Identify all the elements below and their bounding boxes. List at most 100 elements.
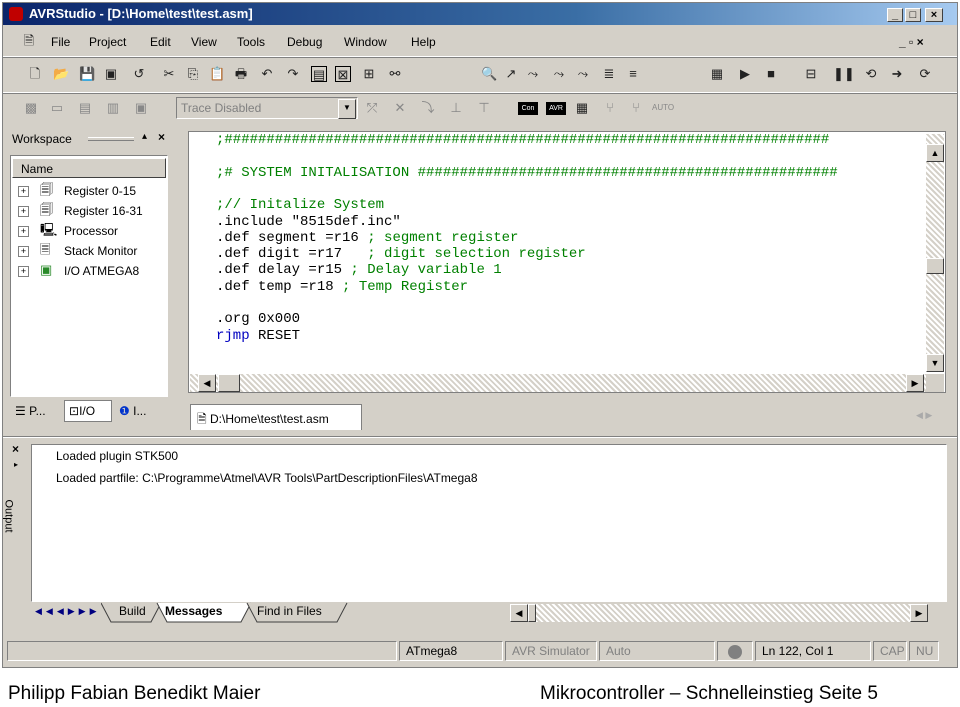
tree-item-register-0-15[interactable]: + 🗐 Register 0-15 [18,182,168,202]
menu-edit[interactable]: Edit [150,35,171,49]
tab-info[interactable]: ❶ I... [114,400,164,422]
step-over-icon[interactable]: ➜ [889,66,905,82]
tab-nav-arrows[interactable]: ◀◀◀▶▶▶ [35,606,101,617]
menu-project[interactable]: Project [89,35,126,49]
reload-icon[interactable]: ↺ [131,66,147,82]
scroll-right-button[interactable]: ▶ [906,374,924,392]
tree-item-register-16-31[interactable]: + 🗐 Register 16-31 [18,202,168,222]
expand-icon[interactable]: + [18,226,29,237]
hscroll-thumb[interactable] [218,374,240,392]
pause-icon[interactable]: ❚❚ [833,66,855,82]
undo-icon[interactable]: ↶ [259,66,275,82]
chevron-down-icon[interactable]: ▼ [338,99,356,119]
build-icon[interactable]: ▦ [709,66,725,82]
scroll-right-button[interactable]: ▶ [910,604,928,622]
find-icon[interactable]: 🔍 [481,66,497,82]
print-icon[interactable]: 🖶 [233,66,249,82]
window-icon[interactable]: ▤ [311,66,327,82]
clear-breakpoints-icon[interactable]: ✕ [392,100,408,116]
stop-icon[interactable]: ■ [763,66,779,82]
editor-horizontal-scrollbar[interactable]: ◀ ▶ [190,374,926,392]
plugin-2-icon[interactable]: ⑂ [628,100,644,116]
memory-window-icon[interactable]: ▤ [77,100,93,116]
layout-icon[interactable]: ⊞ [361,66,377,82]
scroll-up-button[interactable]: ▲ [926,144,944,162]
outdent-icon[interactable]: ≡ [625,66,641,82]
document-tab[interactable]: 🗎 D:\Home\test\test.asm [190,404,362,430]
trace-dropdown[interactable]: Trace Disabled ▼ [176,97,358,119]
plugin-icon[interactable]: ⑂ [602,100,618,116]
clear-bookmarks-icon[interactable]: ⤳ [575,66,591,82]
debug-window-icon[interactable]: ▩ [23,100,39,116]
hscroll-thumb[interactable] [528,604,536,622]
copy-icon[interactable]: ⎘ [185,66,201,82]
step-into-icon[interactable]: ⟲ [863,66,879,82]
tab-project[interactable]: ☰ P... [10,400,62,422]
close-button[interactable]: × [925,8,943,22]
scroll-down-button[interactable]: ▼ [926,354,944,372]
workspace-close-icon[interactable]: × [158,130,165,144]
auto-icon[interactable]: AUTO [652,103,674,112]
step-up-icon[interactable]: ⊤ [476,100,492,116]
avr-icon[interactable]: AVR [546,102,566,115]
menu-file[interactable]: File [51,35,70,49]
expand-icon[interactable]: + [18,206,29,217]
menu-view[interactable]: View [191,35,217,49]
tree-item-processor[interactable]: + 🖳 Processor [18,222,168,242]
mdi-controls[interactable]: _ ▫ × [899,35,924,49]
output-horizontal-scrollbar[interactable]: ◀ ▶ [510,604,928,622]
save-all-icon[interactable]: ▣ [103,66,119,82]
tab-build[interactable]: Build [113,602,152,622]
con-icon[interactable]: Con [518,102,538,115]
output-divider[interactable] [3,436,957,438]
tree-item-stack-monitor[interactable]: + 🗏 Stack Monitor [18,242,168,262]
cut-icon[interactable]: ✂ [161,66,177,82]
menu-help[interactable]: Help [411,35,436,49]
step-out-icon[interactable]: ⟳ [917,66,933,82]
run-icon[interactable]: ▶ [737,66,753,82]
pin-icon[interactable]: ▴ [142,131,147,142]
expand-icon[interactable]: + [18,246,29,257]
chip-icon[interactable]: ▦ [574,100,590,116]
tab-find-in-files[interactable]: Find in Files [251,602,328,622]
scroll-thumb[interactable] [926,258,944,274]
next-bookmark-icon[interactable]: ⤳ [525,66,541,82]
output-panel[interactable] [31,444,947,602]
tab-scroll-arrows[interactable]: ◀ ▶ [916,410,932,421]
toggle-bookmark-icon[interactable]: ↗ [503,66,519,82]
breakpoint-icon[interactable]: ⤱ [364,100,380,116]
watch-window-icon[interactable]: ▥ [105,100,121,116]
editor-vertical-scrollbar[interactable]: ▲ ▼ [926,134,944,372]
minimize-button[interactable]: _ [887,8,903,22]
output-pin-icon[interactable]: ▸ [14,460,18,469]
new-file-icon[interactable]: 🗋 [27,66,43,82]
step-down-icon[interactable]: ⊥ [448,100,464,116]
step-into-disabled-icon[interactable]: ⤵ [420,100,436,116]
redo-icon[interactable]: ↷ [285,66,301,82]
expand-icon[interactable]: + [18,266,29,277]
prev-bookmark-icon[interactable]: ⤳ [551,66,567,82]
tab-messages[interactable]: Messages [159,602,228,622]
output-close-icon[interactable]: × [12,442,19,456]
menu-window[interactable]: Window [344,35,387,49]
disassembler-icon[interactable]: ▣ [133,100,149,116]
save-icon[interactable]: 💾 [79,66,95,82]
menu-tools[interactable]: Tools [237,35,265,49]
tab-io[interactable]: ⊡I/O [64,400,112,422]
window-pin-icon[interactable]: ⊠ [335,66,351,82]
menu-debug[interactable]: Debug [287,35,322,49]
workspace-grip[interactable] [88,137,134,141]
indent-icon[interactable]: ≣ [601,66,617,82]
paste-icon[interactable]: 📋 [209,66,225,82]
open-folder-icon[interactable]: 📂 [53,66,69,82]
maximize-button[interactable]: □ [905,8,921,22]
reset-icon[interactable]: ⊟ [803,66,819,82]
expand-icon[interactable]: + [18,186,29,197]
scroll-left-button[interactable]: ◀ [510,604,528,622]
registers-window-icon[interactable]: ▭ [49,100,65,116]
tree-item-io-atmega8[interactable]: + ▣ I/O ATMEGA8 [18,262,168,282]
title-bar[interactable]: AVRStudio - [D:\Home\test\test.asm] _ □ … [3,3,957,25]
binoculars-icon[interactable]: ⚯ [387,66,403,82]
scroll-left-button[interactable]: ◀ [198,374,216,392]
workspace-column-header[interactable]: Name [12,158,166,178]
